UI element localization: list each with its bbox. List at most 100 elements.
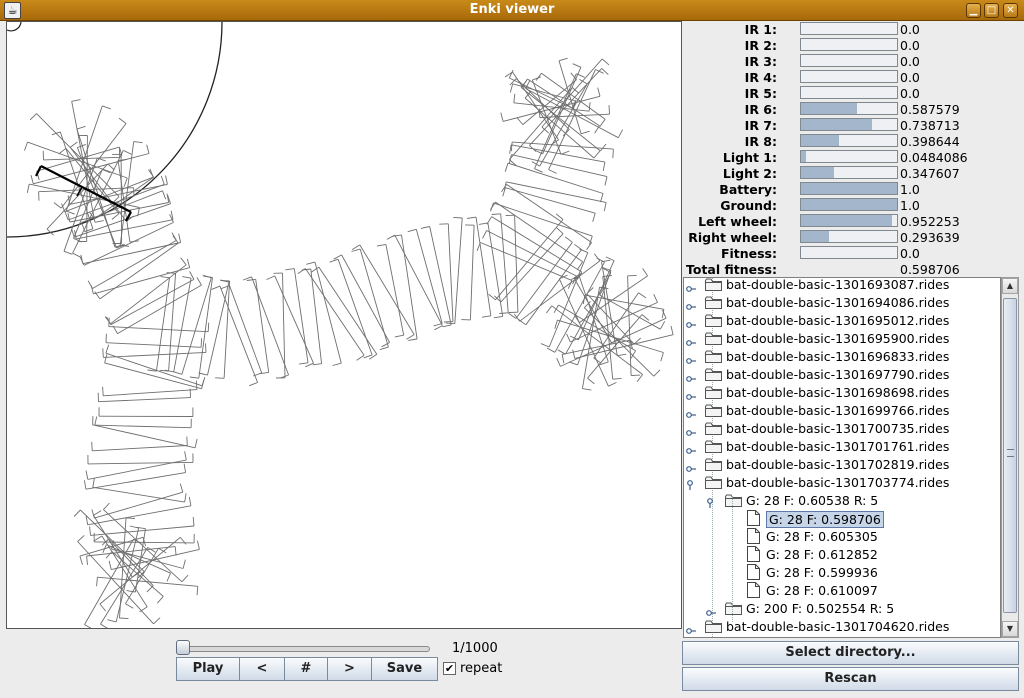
tree-collapsed-handle-icon[interactable] [686,281,696,292]
tree-item-label[interactable]: bat-double-basic-1301695900.rides [726,331,949,346]
sensor-row: Right wheel: 0.293639 [682,229,1024,245]
save-button[interactable]: Save [371,657,438,681]
sensor-bar-fill [801,215,893,226]
total-fitness-label: Total fitness: [686,262,777,277]
tree-folder-item[interactable]: bat-double-basic-1301694086.rides [684,294,1000,312]
tree-item-label[interactable]: bat-double-basic-1301700735.rides [726,421,949,436]
tree-folder-item[interactable]: bat-double-basic-1301696833.rides [684,348,1000,366]
slider-track[interactable] [180,646,430,652]
tree-collapsed-handle-icon[interactable] [686,299,696,310]
tree-item-label[interactable]: G: 28 F: 0.598706 [766,511,884,528]
tree-item-label[interactable]: bat-double-basic-1301694086.rides [726,295,949,310]
arena-view [7,22,674,628]
scroll-up-arrow-icon[interactable]: ▲ [1002,278,1018,294]
scroll-down-arrow-icon[interactable]: ▼ [1002,621,1018,637]
tree-item-label[interactable]: bat-double-basic-1301701761.rides [726,439,949,454]
tree-folder-item[interactable]: bat-double-basic-1301693087.rides [684,278,1000,294]
sensor-label: Right wheel: [688,230,777,245]
scroll-thumb[interactable] [1003,298,1017,613]
sensor-value: 0.0 [900,70,920,85]
tree-item-label[interactable]: bat-double-basic-1301704620.rides [726,619,949,634]
sensor-bar [800,22,898,35]
tree-item-label[interactable]: bat-double-basic-1301698698.rides [726,385,949,400]
tree-folder-item[interactable]: bat-double-basic-1301699766.rides [684,402,1000,420]
tree-item-label[interactable]: G: 200 F: 0.502554 R: 5 [746,601,894,616]
tree-folder-item[interactable]: bat-double-basic-1301695900.rides [684,330,1000,348]
tree-collapsed-handle-icon[interactable] [706,605,716,616]
tree-item-label[interactable]: bat-double-basic-1301696833.rides [726,349,949,364]
tree-collapsed-handle-icon[interactable] [686,371,696,382]
step-back-button[interactable]: < [239,657,285,681]
sensor-row: IR 5: 0.0 [682,85,1024,101]
sensor-label: IR 2: [744,38,777,53]
tree-item-label[interactable]: G: 28 F: 0.605305 [766,529,878,544]
tree-folder-item[interactable]: bat-double-basic-1301697790.rides [684,366,1000,384]
tree-collapsed-handle-icon[interactable] [686,407,696,418]
tree-collapsed-handle-icon[interactable] [686,389,696,400]
sensor-value: 0.398644 [900,134,960,149]
folder-icon [705,476,722,489]
window-title: Enki viewer [469,2,555,17]
sensor-bar-fill [801,151,806,162]
sensor-label: IR 5: [744,86,777,101]
tree-item-label[interactable]: G: 28 F: 0.60538 R: 5 [746,493,878,508]
tree-folder-item[interactable]: bat-double-basic-1301703774.rides [684,474,1000,492]
folder-icon [705,278,722,291]
play-button[interactable]: Play [176,657,240,681]
sensor-bar [800,38,898,51]
select-directory-button[interactable]: Select directory... [682,641,1019,665]
tree-folder-item[interactable]: bat-double-basic-1301701761.rides [684,438,1000,456]
sensor-row: Fitness: 0.0 [682,245,1024,261]
tree-collapsed-handle-icon[interactable] [686,443,696,454]
file-tree[interactable]: bat-double-basic-1301693087.rides bat-dou… [683,277,1001,638]
robot-trail [24,57,674,628]
tree-item-label[interactable]: G: 28 F: 0.610097 [766,583,878,598]
sensor-value: 0.0 [900,86,920,101]
sensor-bar [800,102,898,115]
folder-icon [705,314,722,327]
slider-thumb[interactable] [176,640,191,655]
tree-item-label[interactable]: bat-double-basic-1301695012.rides [726,313,949,328]
tree-folder-item[interactable]: bat-double-basic-1301695012.rides [684,312,1000,330]
tree-folder-item[interactable]: bat-double-basic-1301700735.rides [684,420,1000,438]
tree-collapsed-handle-icon[interactable] [686,353,696,364]
tree-expanded-handle-icon[interactable] [686,478,694,490]
folder-icon [705,386,722,399]
minimize-icon[interactable]: ▁ [966,3,981,18]
tree-folder-item[interactable]: bat-double-basic-1301698698.rides [684,384,1000,402]
maximize-icon[interactable]: □ [984,3,999,18]
tree-collapsed-handle-icon[interactable] [686,317,696,328]
sensor-row: Light 2: 0.347607 [682,165,1024,181]
close-icon[interactable]: ✕ [1003,3,1018,18]
sensor-value: 0.587579 [900,102,960,117]
folder-icon [705,404,722,417]
tree-item-label[interactable]: bat-double-basic-1301703774.rides [726,475,949,490]
tree-collapsed-handle-icon[interactable] [686,335,696,346]
rescan-button[interactable]: Rescan [682,667,1019,691]
tree-collapsed-handle-icon[interactable] [686,461,696,472]
sensor-label: IR 3: [744,54,777,69]
folder-icon [705,458,722,471]
repeat-checkbox[interactable]: ✔ [443,662,456,675]
tree-collapsed-handle-icon[interactable] [686,623,696,634]
title-bar[interactable]: ☕ Enki viewer ▁ □ ✕ [0,0,1024,21]
timeline-slider[interactable] [176,640,432,656]
sensor-value: 0.293639 [900,230,960,245]
hash-button[interactable]: # [284,657,328,681]
tree-item-label[interactable]: bat-double-basic-1301702819.rides [726,457,949,472]
tree-item-label[interactable]: bat-double-basic-1301693087.rides [726,278,949,292]
file-icon [747,546,760,562]
tree-item-label[interactable]: bat-double-basic-1301697790.rides [726,367,949,382]
sensor-row: IR 8: 0.398644 [682,133,1024,149]
tree-item-label[interactable]: bat-double-basic-1301699766.rides [726,403,949,418]
tree-item-label[interactable]: G: 28 F: 0.612852 [766,547,878,562]
tree-scrollbar[interactable]: ▲ ▼ [1001,277,1019,638]
sensor-value: 0.0 [900,22,920,37]
tree-expanded-handle-icon[interactable] [706,496,714,508]
sensor-label: Battery: [719,182,777,197]
tree-collapsed-handle-icon[interactable] [686,425,696,436]
simulation-canvas[interactable] [6,21,682,629]
tree-item-label[interactable]: G: 28 F: 0.599936 [766,565,878,580]
tree-folder-item[interactable]: bat-double-basic-1301702819.rides [684,456,1000,474]
step-forward-button[interactable]: > [327,657,372,681]
